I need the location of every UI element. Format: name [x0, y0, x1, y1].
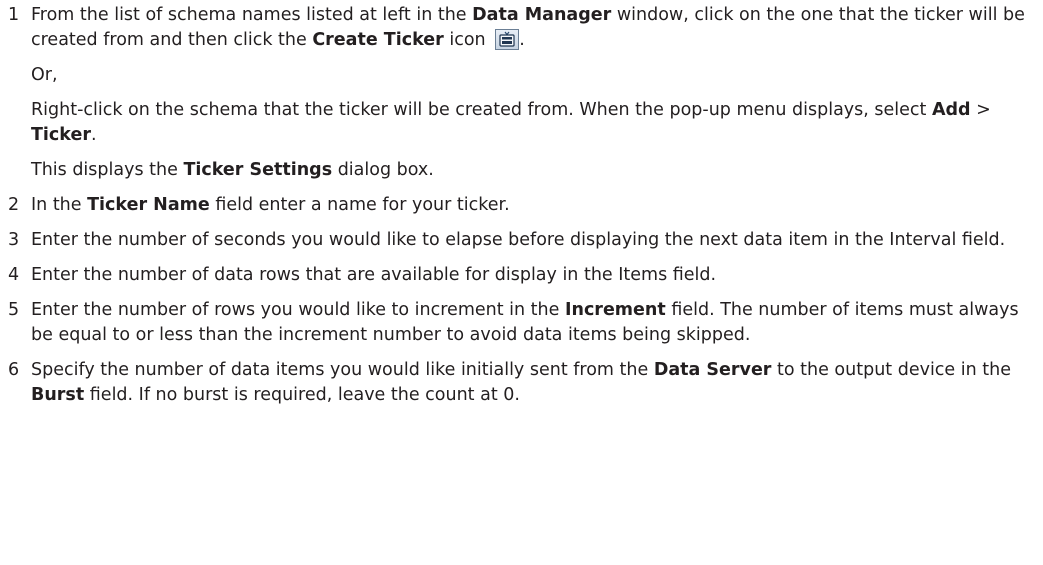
text-run: dialog box.: [332, 160, 434, 180]
step-number: 3: [8, 230, 20, 250]
step-body: Specify the number of data items you wou…: [31, 358, 1031, 408]
step-2: 2 In the Ticker Name field enter a name f…: [0, 193, 1043, 218]
step-body: Enter the number of rows you would like …: [31, 298, 1031, 348]
step-body: From the list of schema names listed at …: [31, 3, 1031, 183]
text-run: This displays the: [31, 160, 184, 180]
step-paragraph: Or,: [31, 63, 1031, 88]
text-run: .: [90, 125, 97, 145]
text-run: Or,: [31, 65, 58, 85]
text-run: field. If no burst is required, leave th…: [84, 385, 520, 405]
step-body: Enter the number of seconds you would li…: [31, 228, 1031, 253]
step-paragraph: Enter the number of seconds you would li…: [31, 228, 1031, 253]
bold-term: Add: [931, 100, 971, 120]
text-run: Enter the number of data rows that are a…: [31, 265, 717, 285]
bold-term: Data Server: [653, 360, 772, 380]
step-paragraph: This displays the Ticker Settings dialog…: [31, 158, 1031, 183]
step-1: 1 From the list of schema names listed at…: [0, 3, 1043, 183]
step-4: 4 Enter the number of data rows that are …: [0, 263, 1043, 288]
step-number: 4: [8, 265, 20, 285]
bold-term: Burst: [31, 385, 85, 405]
step-number: 6: [8, 360, 20, 380]
text-run: field enter a name for your ticker.: [209, 195, 510, 215]
text-run: From the list of schema names listed at …: [31, 5, 473, 25]
step-number: 5: [8, 300, 20, 320]
text-run: Right-click on the schema that the ticke…: [31, 100, 932, 120]
bold-term: Create Ticker: [312, 30, 444, 50]
create-ticker-icon: [495, 29, 520, 50]
step-number: 1: [8, 5, 20, 25]
step-body: In the Ticker Name field enter a name fo…: [31, 193, 1031, 218]
bold-term: Data Manager: [472, 5, 612, 25]
step-paragraph: Enter the number of rows you would like …: [31, 298, 1031, 348]
text-run: Enter the number of rows you would like …: [31, 300, 565, 320]
text-run: Specify the number of data items you wou…: [31, 360, 654, 380]
text-run: icon: [443, 30, 492, 50]
step-paragraph: In the Ticker Name field enter a name fo…: [31, 193, 1031, 218]
bold-term: Increment: [564, 300, 666, 320]
text-run: .: [519, 30, 525, 50]
step-5: 5 Enter the number of rows you would like…: [0, 298, 1043, 348]
step-6: 6 Specify the number of data items you wo…: [0, 358, 1043, 408]
bold-term: Ticker: [31, 125, 91, 145]
step-paragraph: Enter the number of data rows that are a…: [31, 263, 1031, 288]
step-body: Enter the number of data rows that are a…: [31, 263, 1031, 288]
bold-term: Ticker Name: [87, 195, 210, 215]
text-run: In the: [31, 195, 88, 215]
step-3: 3 Enter the number of seconds you would l…: [0, 228, 1043, 253]
step-paragraph: Right-click on the schema that the ticke…: [31, 98, 1031, 148]
bold-term: Ticker Settings: [183, 160, 333, 180]
text-run: to the output device in the: [771, 360, 1011, 380]
step-paragraph: From the list of schema names listed at …: [31, 3, 1031, 53]
step-paragraph: Specify the number of data items you wou…: [31, 358, 1031, 408]
step-number: 2: [8, 195, 20, 215]
instruction-list: 1 From the list of schema names listed at…: [0, 0, 1043, 408]
text-run: >: [970, 100, 991, 120]
text-run: Enter the number of seconds you would li…: [31, 230, 1006, 250]
